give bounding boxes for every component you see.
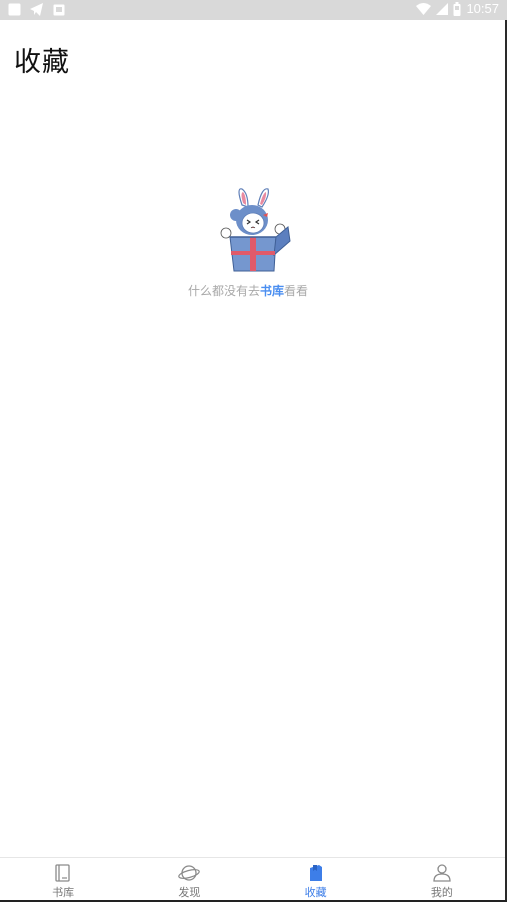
nav-item-discover[interactable]: 发现 <box>126 858 252 900</box>
empty-state-message: 什么都没有去书库看看 <box>188 283 310 299</box>
bottom-navigation: 书库 发现 收藏 我的 <box>0 857 505 900</box>
signal-icon <box>436 2 449 15</box>
user-icon <box>433 864 451 882</box>
planet-icon <box>178 865 201 881</box>
empty-text-suffix: 看看 <box>284 284 309 298</box>
nav-label-me: 我的 <box>430 886 453 899</box>
app-screen: 10:57 收藏 什么都没有去书库看看 书库 发现 收藏 我的 <box>0 0 507 902</box>
image-notification-icon <box>53 4 65 15</box>
nav-label-library: 书库 <box>52 886 75 899</box>
nav-label-favorites: 收藏 <box>304 886 327 899</box>
nav-item-me[interactable]: 我的 <box>379 858 505 900</box>
status-bar-system: 10:57 <box>416 1 499 16</box>
status-time: 10:57 <box>466 1 499 16</box>
bookmark-icon <box>309 865 322 881</box>
book-icon <box>55 864 70 882</box>
nav-item-favorites[interactable]: 收藏 <box>253 858 379 900</box>
status-bar: 10:57 <box>0 0 507 20</box>
telegram-icon <box>30 3 43 16</box>
page-title: 收藏 <box>14 47 70 78</box>
nav-item-library[interactable]: 书库 <box>0 858 126 900</box>
wifi-icon <box>416 2 432 15</box>
notification-square-icon <box>8 3 21 16</box>
battery-icon <box>453 1 461 16</box>
nav-label-discover: 发现 <box>178 886 201 899</box>
go-to-library-link[interactable]: 书库 <box>260 284 284 298</box>
empty-text-prefix: 什么都没有去 <box>188 284 261 298</box>
empty-gift-box-illustration <box>220 188 291 272</box>
status-bar-notifications <box>8 3 65 16</box>
